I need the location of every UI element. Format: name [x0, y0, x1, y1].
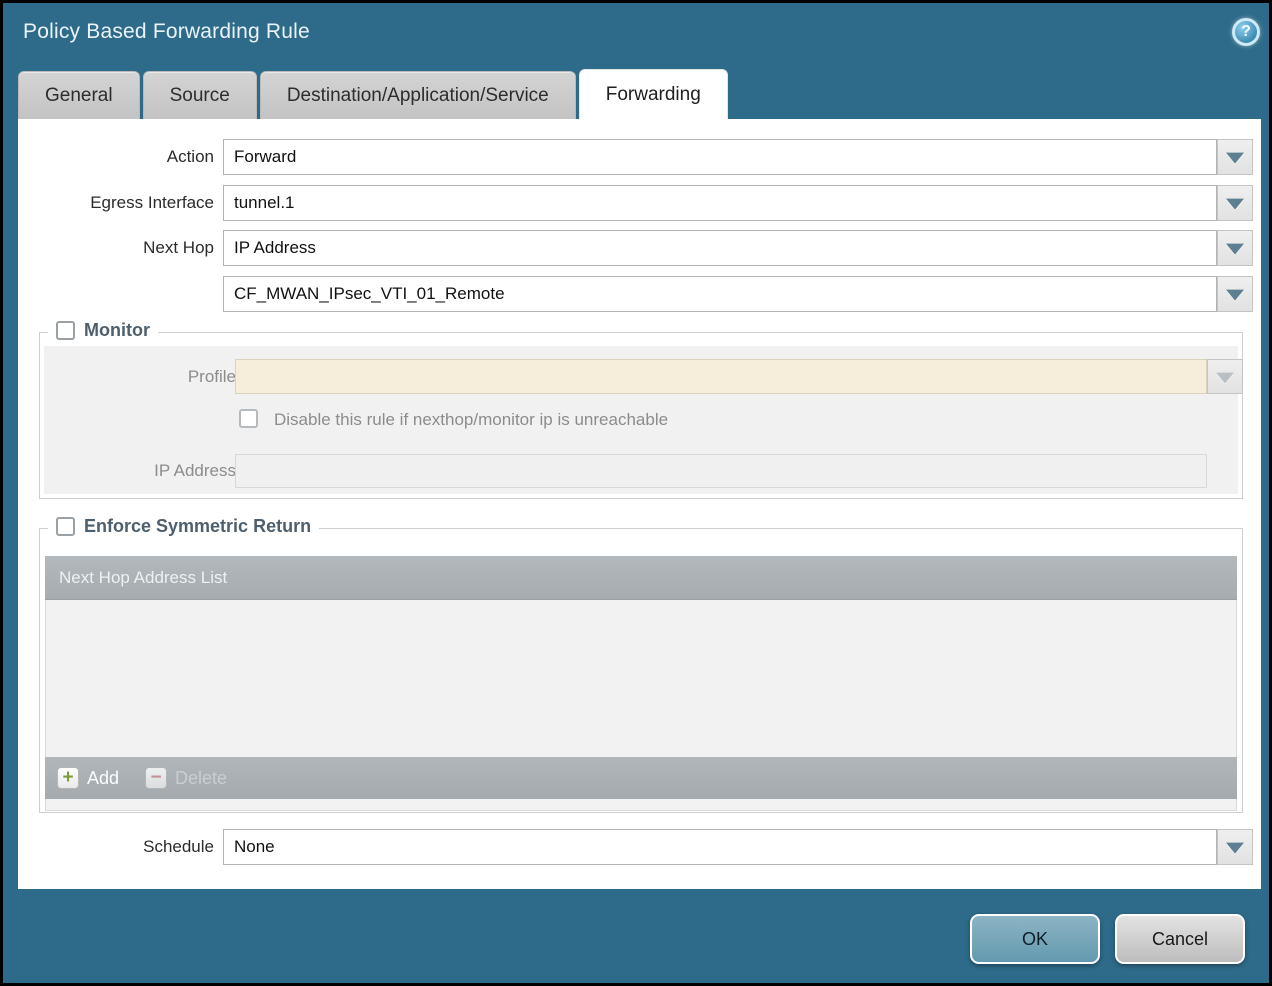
schedule-dropdown-button[interactable] — [1217, 829, 1253, 865]
cancel-button[interactable]: Cancel — [1115, 914, 1245, 964]
profile-label: Profile — [40, 359, 236, 394]
egress-interface-dropdown-button[interactable] — [1217, 185, 1253, 221]
dialog-title: Policy Based Forwarding Rule — [23, 20, 310, 44]
plus-icon: + — [57, 767, 79, 789]
monitor-group: Monitor Profile Disable this rule if nex… — [39, 332, 1243, 499]
tab-forwarding[interactable]: Forwarding — [579, 69, 728, 119]
forwarding-tab-panel: Action Egress Interface Next Hop Monitor… — [18, 119, 1261, 889]
tab-general[interactable]: General — [18, 71, 140, 119]
schedule-input[interactable] — [223, 829, 1217, 865]
profile-dropdown-button — [1207, 359, 1243, 394]
delete-button[interactable]: − Delete — [145, 767, 227, 789]
monitor-group-label: Monitor — [84, 320, 150, 341]
pbf-rule-dialog: Policy Based Forwarding Rule ? General S… — [0, 0, 1272, 986]
tab-destination-application-service[interactable]: Destination/Application/Service — [260, 71, 576, 119]
next-hop-address-table: Next Hop Address List + Add − Delete — [45, 556, 1237, 811]
egress-interface-input[interactable] — [223, 185, 1217, 221]
schedule-label: Schedule — [18, 829, 214, 865]
minus-icon: − — [145, 767, 167, 789]
next-hop-label: Next Hop — [18, 230, 214, 266]
table-bottom-strip — [45, 799, 1237, 811]
tab-bar: General Source Destination/Application/S… — [18, 71, 728, 119]
symmetric-return-group-label: Enforce Symmetric Return — [84, 516, 311, 537]
symmetric-return-checkbox[interactable] — [56, 517, 75, 536]
monitor-panel: Profile Disable this rule if nexthop/mon… — [44, 346, 1238, 494]
next-hop-address-input[interactable] — [223, 276, 1217, 312]
disable-rule-label: Disable this rule if nexthop/monitor ip … — [274, 409, 668, 430]
monitor-ip-address-label: IP Address — [40, 454, 236, 488]
symmetric-return-group: Enforce Symmetric Return Next Hop Addres… — [39, 528, 1243, 813]
next-hop-address-dropdown-button[interactable] — [1217, 276, 1253, 312]
add-button[interactable]: + Add — [57, 767, 119, 789]
monitor-checkbox[interactable] — [56, 321, 75, 340]
action-label: Action — [18, 139, 214, 175]
disable-rule-checkbox[interactable] — [239, 409, 258, 428]
next-hop-address-list-column-header: Next Hop Address List — [45, 556, 1237, 600]
help-icon[interactable]: ? — [1232, 18, 1260, 46]
profile-input[interactable] — [235, 359, 1207, 394]
next-hop-type-dropdown-button[interactable] — [1217, 230, 1253, 266]
action-dropdown-button[interactable] — [1217, 139, 1253, 175]
tab-source[interactable]: Source — [143, 71, 257, 119]
ok-button[interactable]: OK — [970, 914, 1100, 964]
action-input[interactable] — [223, 139, 1217, 175]
egress-interface-label: Egress Interface — [18, 185, 214, 221]
next-hop-address-list-body — [45, 600, 1237, 757]
monitor-ip-address-input — [235, 454, 1207, 488]
next-hop-type-input[interactable] — [223, 230, 1217, 266]
table-toolbar: + Add − Delete — [45, 757, 1237, 799]
